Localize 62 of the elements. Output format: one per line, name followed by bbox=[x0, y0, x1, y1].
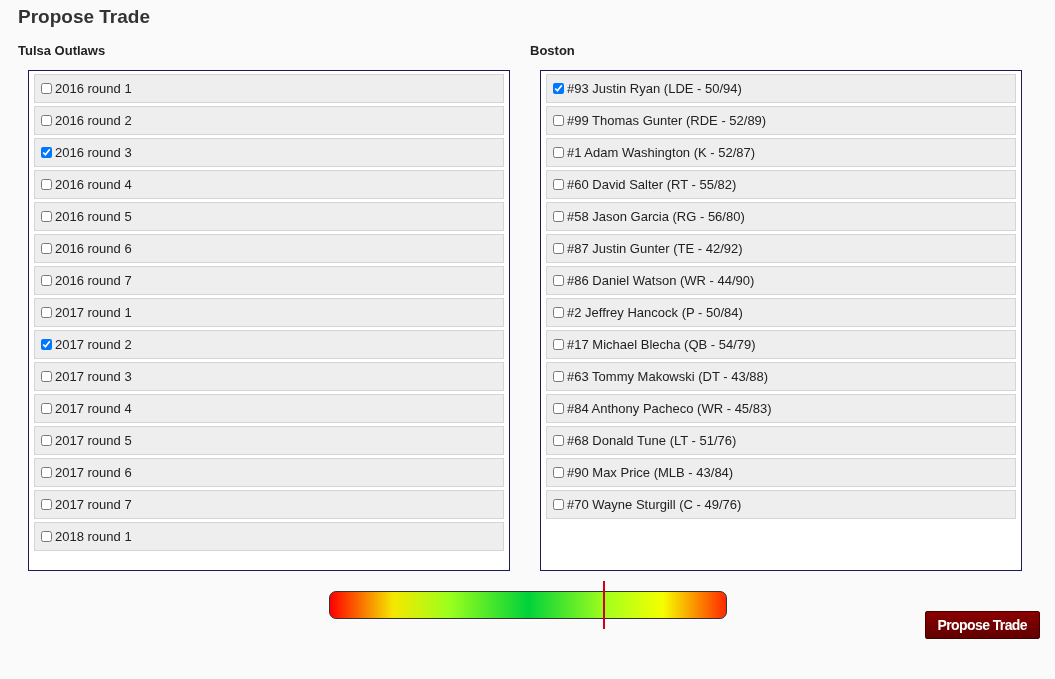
list-item[interactable]: #1 Adam Washington (K - 52/87) bbox=[546, 138, 1016, 167]
checkbox[interactable] bbox=[553, 147, 564, 158]
checkbox[interactable] bbox=[41, 179, 52, 190]
list-item[interactable]: 2017 round 6 bbox=[34, 458, 504, 487]
checkbox[interactable] bbox=[553, 307, 564, 318]
checkbox[interactable] bbox=[41, 307, 52, 318]
checkbox[interactable] bbox=[41, 531, 52, 542]
checkbox[interactable] bbox=[41, 371, 52, 382]
team-name: Boston bbox=[530, 43, 575, 58]
list-item[interactable]: #63 Tommy Makowski (DT - 43/88) bbox=[546, 362, 1016, 391]
checkbox[interactable] bbox=[553, 339, 564, 350]
checkbox[interactable] bbox=[553, 243, 564, 254]
checkbox[interactable] bbox=[553, 179, 564, 190]
team-name: Tulsa Outlaws bbox=[18, 43, 106, 58]
list-item[interactable]: #58 Jason Garcia (RG - 56/80) bbox=[546, 202, 1016, 231]
list-item[interactable]: #86 Daniel Watson (WR - 44/90) bbox=[546, 266, 1016, 295]
checkbox[interactable] bbox=[41, 403, 52, 414]
checkbox[interactable] bbox=[553, 211, 564, 222]
checkbox[interactable] bbox=[41, 211, 52, 222]
list-item[interactable]: #87 Justin Gunter (TE - 42/92) bbox=[546, 234, 1016, 263]
propose-trade-button[interactable]: Propose Trade bbox=[924, 611, 1040, 639]
checkbox[interactable] bbox=[553, 403, 564, 414]
list-item[interactable]: 2017 round 5 bbox=[34, 426, 504, 455]
list-item[interactable]: 2016 round 1 bbox=[34, 74, 504, 103]
list-item[interactable]: 2016 round 2 bbox=[34, 106, 504, 135]
checkbox[interactable] bbox=[41, 83, 52, 94]
list-item[interactable]: #60 David Salter (RT - 55/82) bbox=[546, 170, 1016, 199]
list-item[interactable]: #2 Jeffrey Hancock (P - 50/84) bbox=[546, 298, 1016, 327]
list-item[interactable]: 2016 round 4 bbox=[34, 170, 504, 199]
list-item[interactable]: 2017 round 2 bbox=[34, 330, 504, 359]
checkbox[interactable] bbox=[41, 115, 52, 126]
list-item[interactable]: #68 Donald Tune (LT - 51/76) bbox=[546, 426, 1016, 455]
checkbox[interactable] bbox=[553, 499, 564, 510]
list-item[interactable]: 2017 round 7 bbox=[34, 490, 504, 519]
list-item[interactable]: #99 Thomas Gunter (RDE - 52/89) bbox=[546, 106, 1016, 135]
checkbox[interactable] bbox=[41, 147, 52, 158]
checkbox[interactable] bbox=[553, 467, 564, 478]
checkbox[interactable] bbox=[553, 275, 564, 286]
checkbox[interactable] bbox=[41, 435, 52, 446]
checkbox[interactable] bbox=[41, 499, 52, 510]
list-item[interactable]: 2017 round 3 bbox=[34, 362, 504, 391]
list-item[interactable]: 2018 round 1 bbox=[34, 522, 504, 551]
list-item[interactable]: #17 Michael Blecha (QB - 54/79) bbox=[546, 330, 1016, 359]
page-title: Propose Trade bbox=[18, 5, 151, 29]
list-item[interactable]: 2017 round 4 bbox=[34, 394, 504, 423]
list-item[interactable]: 2016 round 5 bbox=[34, 202, 504, 231]
list-item[interactable]: 2016 round 3 bbox=[34, 138, 504, 167]
checkbox[interactable] bbox=[553, 83, 564, 94]
checkbox[interactable] bbox=[553, 435, 564, 446]
list-item[interactable]: 2016 round 6 bbox=[34, 234, 504, 263]
list-item[interactable]: 2017 round 1 bbox=[34, 298, 504, 327]
checkbox[interactable] bbox=[41, 339, 52, 350]
list-item[interactable]: #90 Max Price (MLB - 43/84) bbox=[546, 458, 1016, 487]
checkbox[interactable] bbox=[553, 115, 564, 126]
list-item[interactable]: #84 Anthony Pacheco (WR - 45/83) bbox=[546, 394, 1016, 423]
checkbox[interactable] bbox=[553, 371, 564, 382]
list-item[interactable]: #93 Justin Ryan (LDE - 50/94) bbox=[546, 74, 1016, 103]
checkbox[interactable] bbox=[41, 467, 52, 478]
checkbox[interactable] bbox=[41, 275, 52, 286]
list-item[interactable]: #70 Wayne Sturgill (C - 49/76) bbox=[546, 490, 1016, 519]
checkbox[interactable] bbox=[41, 243, 52, 254]
list-item[interactable]: 2016 round 7 bbox=[34, 266, 504, 295]
